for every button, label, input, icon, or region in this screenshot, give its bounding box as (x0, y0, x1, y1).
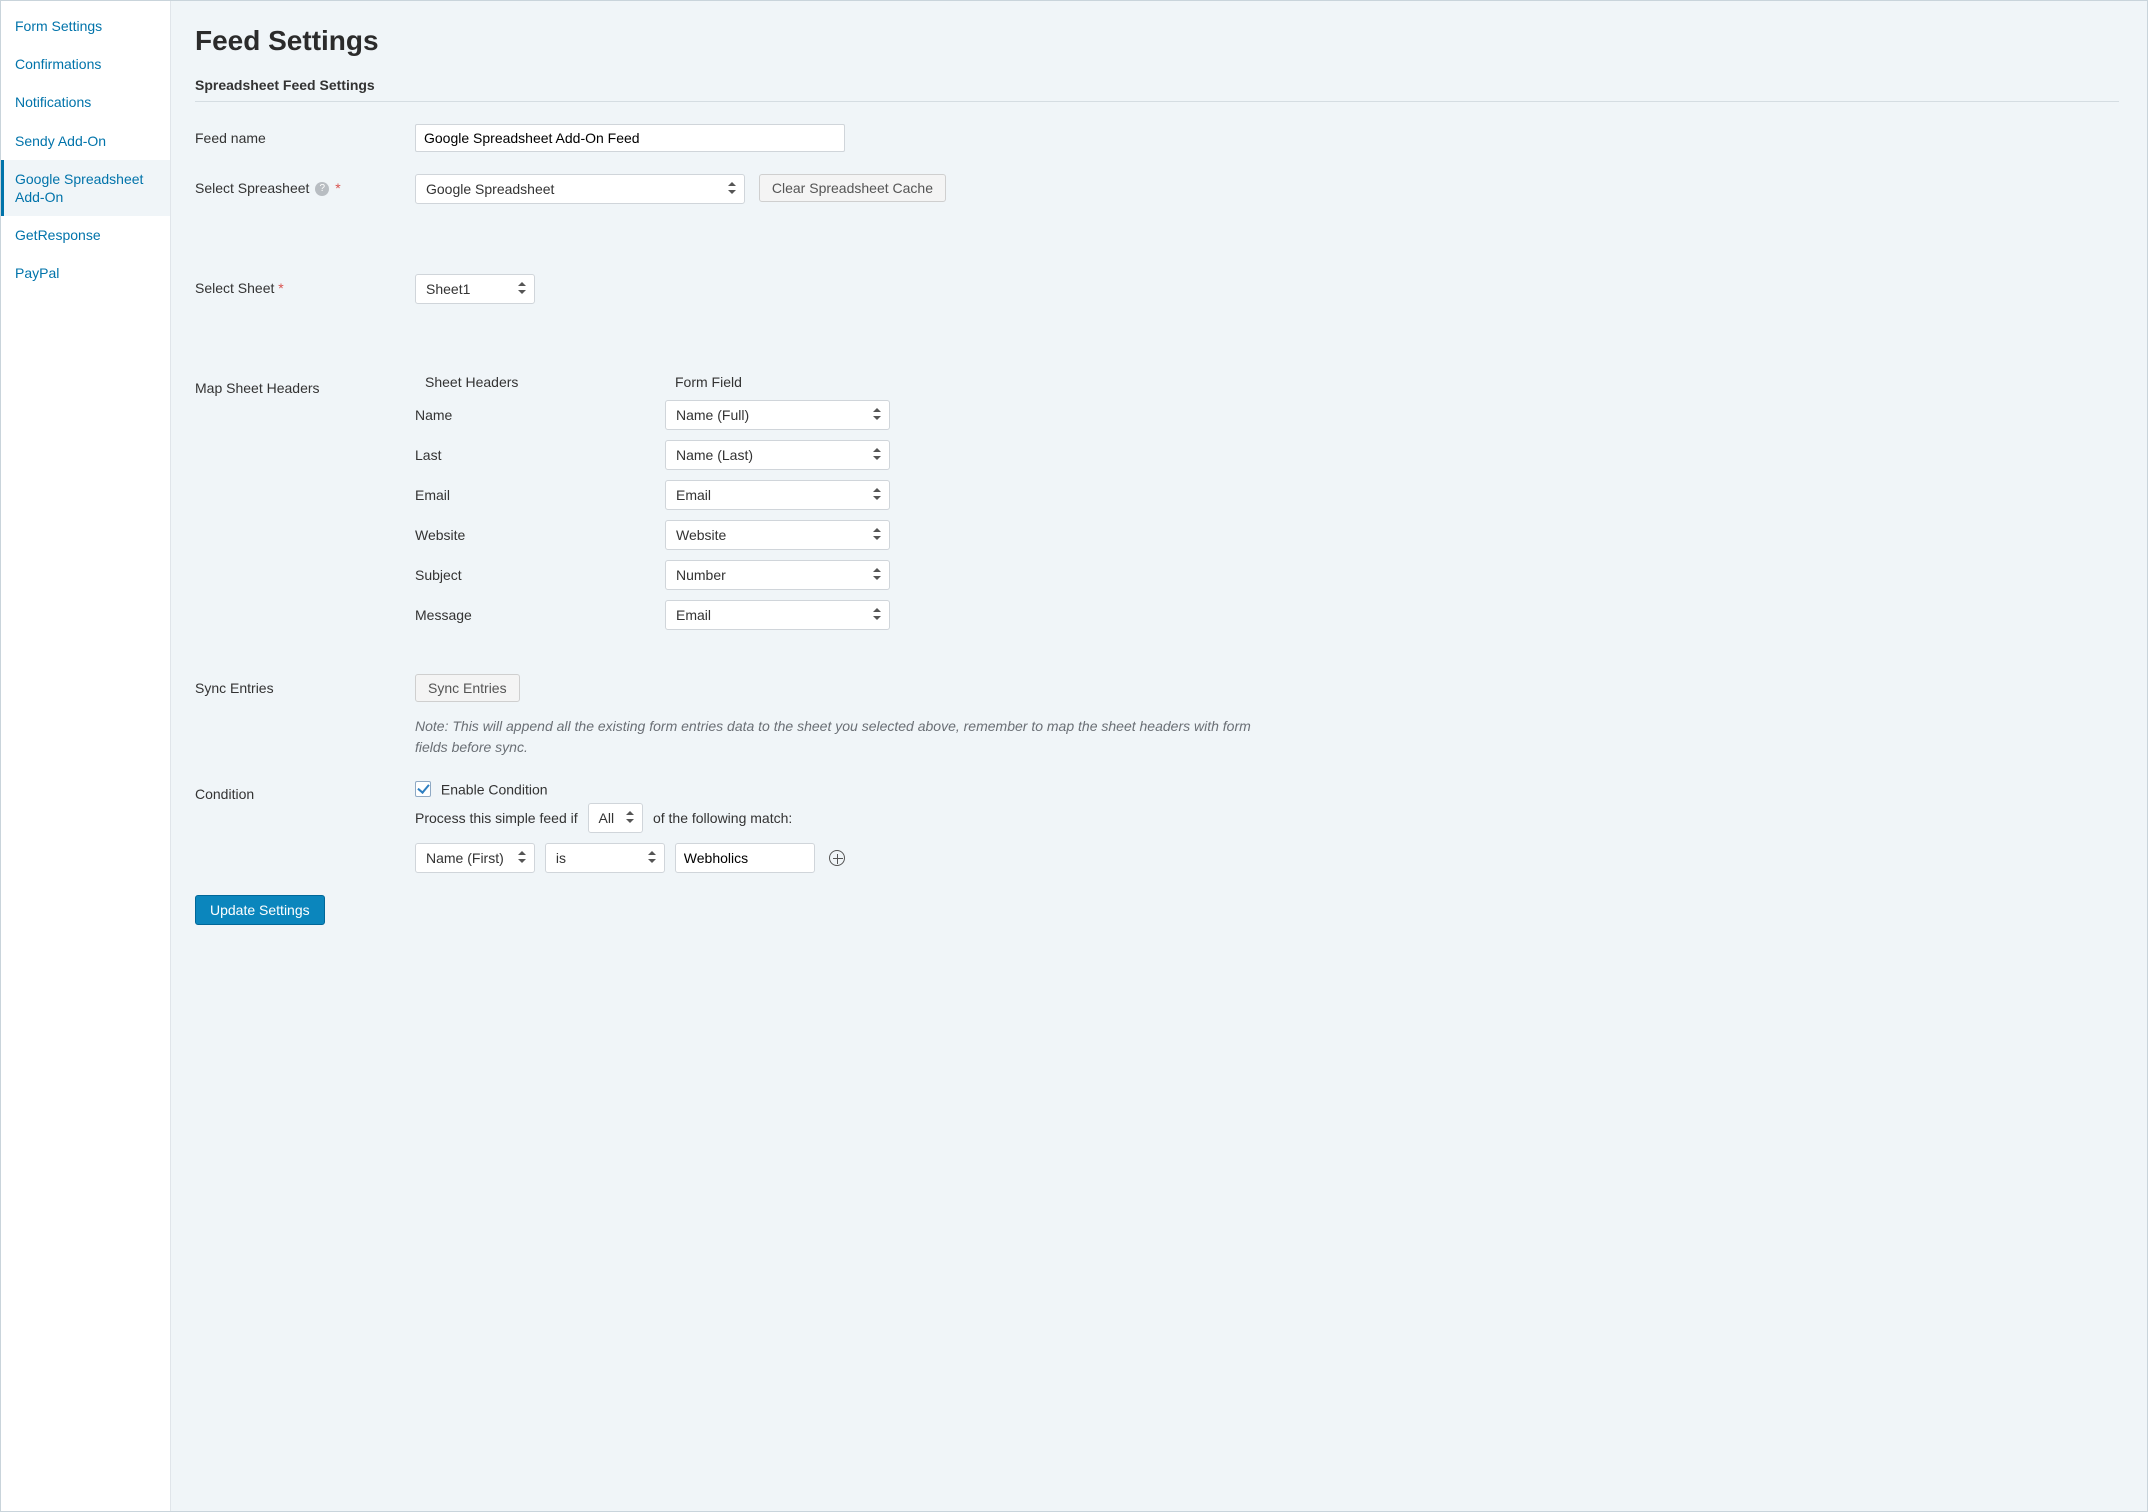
sheet-select[interactable]: Sheet1 (415, 274, 535, 304)
map-field-select[interactable]: Name (Last) (665, 440, 890, 470)
label-condition: Condition (195, 780, 415, 802)
sync-entries-button[interactable]: Sync Entries (415, 674, 520, 702)
map-row: Message Email (415, 600, 2119, 630)
condition-match-select[interactable]: All (588, 803, 644, 833)
map-header-label: Name (415, 407, 665, 423)
condition-prefix-text: Process this simple feed if (415, 810, 584, 826)
label-select-spreadsheet: Select Spreasheet ? * (195, 174, 415, 196)
condition-field-select[interactable]: Name (First) (415, 843, 535, 873)
section-title: Spreadsheet Feed Settings (195, 77, 2119, 102)
condition-operator-select[interactable]: is (545, 843, 665, 873)
map-row: Last Name (Last) (415, 440, 2119, 470)
condition-suffix-text: of the following match: (647, 810, 798, 826)
add-condition-icon[interactable] (829, 850, 845, 866)
update-settings-button[interactable]: Update Settings (195, 895, 325, 925)
sidebar-item-paypal[interactable]: PayPal (1, 254, 170, 292)
map-row: Email Email (415, 480, 2119, 510)
page-title: Feed Settings (195, 25, 2119, 57)
map-field-select[interactable]: Website (665, 520, 890, 550)
sidebar-item-getresponse[interactable]: GetResponse (1, 216, 170, 254)
sidebar-item-sendy-add-on[interactable]: Sendy Add-On (1, 122, 170, 160)
main-content: Feed Settings Spreadsheet Feed Settings … (171, 1, 2147, 1511)
map-field-select[interactable]: Email (665, 600, 890, 630)
sidebar-item-confirmations[interactable]: Confirmations (1, 45, 170, 83)
map-field-select[interactable]: Name (Full) (665, 400, 890, 430)
map-row: Subject Number (415, 560, 2119, 590)
sidebar: Form Settings Confirmations Notification… (1, 1, 171, 1511)
required-marker: * (278, 280, 283, 296)
map-header-label: Email (415, 487, 665, 503)
map-row: Name Name (Full) (415, 400, 2119, 430)
map-field-select[interactable]: Email (665, 480, 890, 510)
sync-note: Note: This will append all the existing … (415, 716, 1275, 758)
sidebar-item-google-spreadsheet-add-on[interactable]: Google Spreadsheet Add-On (1, 160, 170, 216)
map-header-label: Last (415, 447, 665, 463)
map-header-label: Website (415, 527, 665, 543)
label-feed-name: Feed name (195, 124, 415, 146)
map-col-form-field: Form Field (675, 374, 742, 390)
map-col-sheet-headers: Sheet Headers (425, 374, 675, 390)
sidebar-item-notifications[interactable]: Notifications (1, 83, 170, 121)
map-row: Website Website (415, 520, 2119, 550)
enable-condition-label: Enable Condition (441, 781, 548, 797)
map-header-label: Subject (415, 567, 665, 583)
condition-value-input[interactable] (675, 843, 815, 873)
enable-condition-checkbox[interactable] (415, 781, 431, 797)
required-marker: * (335, 180, 340, 196)
map-header-label: Message (415, 607, 665, 623)
label-select-sheet: Select Sheet * (195, 274, 415, 296)
feed-name-input[interactable] (415, 124, 845, 152)
spreadsheet-select[interactable]: Google Spreadsheet (415, 174, 745, 204)
map-field-select[interactable]: Number (665, 560, 890, 590)
label-map-headers: Map Sheet Headers (195, 374, 415, 396)
sidebar-item-form-settings[interactable]: Form Settings (1, 7, 170, 45)
label-sync-entries: Sync Entries (195, 674, 415, 696)
help-icon[interactable]: ? (315, 182, 329, 196)
clear-spreadsheet-cache-button[interactable]: Clear Spreadsheet Cache (759, 174, 946, 202)
